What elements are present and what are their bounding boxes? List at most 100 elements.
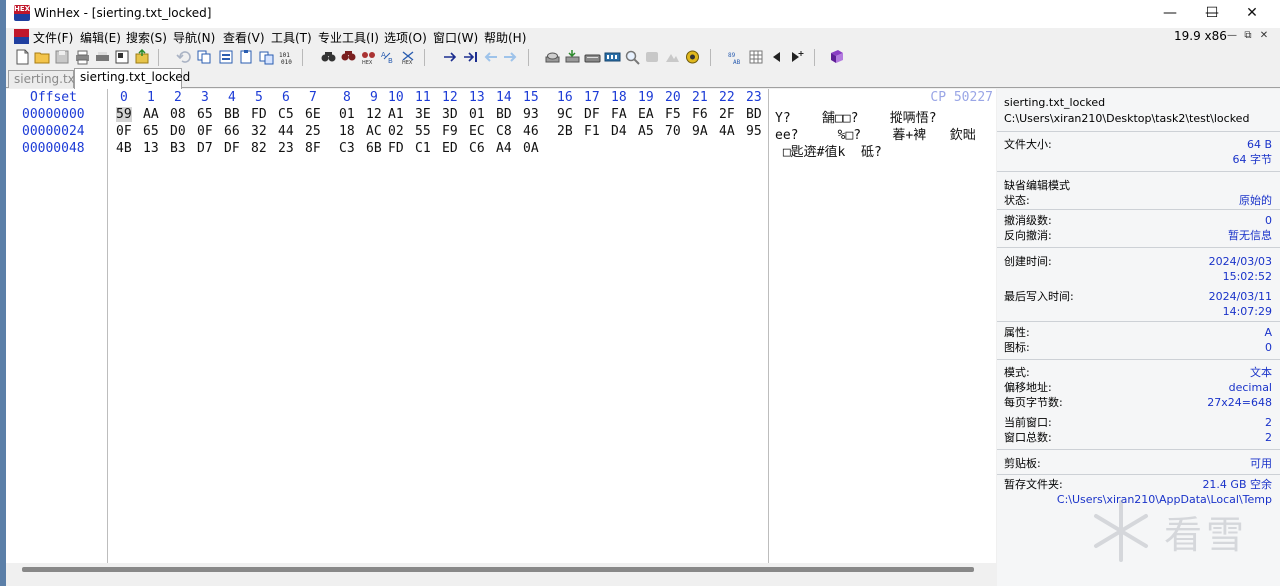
- analyze-icon[interactable]: [684, 49, 701, 65]
- menu-navigate[interactable]: 导航(N): [173, 29, 215, 46]
- hex-byte[interactable]: 66: [224, 124, 240, 139]
- hex-byte[interactable]: BB: [224, 107, 240, 122]
- grid-icon[interactable]: [748, 49, 765, 65]
- hex-byte[interactable]: DF: [224, 141, 240, 156]
- hex-byte[interactable]: 01: [339, 107, 355, 122]
- find-again-icon[interactable]: HEX: [400, 49, 417, 65]
- hex-byte[interactable]: 0A: [523, 141, 539, 156]
- hex-byte[interactable]: A4: [496, 141, 512, 156]
- hex-byte[interactable]: 32: [251, 124, 267, 139]
- print-preview-icon[interactable]: [94, 49, 111, 65]
- save-icon[interactable]: [54, 49, 71, 65]
- close-button[interactable]: ✕: [1232, 0, 1272, 28]
- hex-byte[interactable]: FA: [611, 107, 627, 122]
- hex-byte[interactable]: 6B: [366, 141, 382, 156]
- disk-green-icon[interactable]: [564, 49, 581, 65]
- hex-byte[interactable]: BD: [496, 107, 512, 122]
- hex-byte[interactable]: F1: [584, 124, 600, 139]
- go-to-end-icon[interactable]: [462, 49, 479, 65]
- hex-byte[interactable]: 2F: [719, 107, 735, 122]
- horizontal-scrollbar[interactable]: [6, 563, 996, 586]
- forward-arrow-icon[interactable]: [502, 49, 519, 65]
- tab-sierting-txt-locked[interactable]: sierting.txt_locked: [74, 68, 190, 89]
- hex-byte[interactable]: C8: [496, 124, 512, 139]
- hex-byte[interactable]: 93: [523, 107, 539, 122]
- hex-byte[interactable]: 95: [746, 124, 762, 139]
- binary-icon[interactable]: 101010: [278, 49, 295, 65]
- hex-column[interactable]: 0 1 2 3 4 5 6 7 8 9 10 11 12 13 14 15 16 17 18 19 20 21 22 23 5…: [108, 89, 769, 563]
- hash-icon[interactable]: [644, 49, 661, 65]
- print-icon[interactable]: [74, 49, 91, 65]
- copy-icon[interactable]: [196, 49, 213, 65]
- hex-byte[interactable]: 44: [278, 124, 294, 139]
- hex-byte[interactable]: AA: [143, 107, 159, 122]
- hex-byte[interactable]: A1: [388, 107, 404, 122]
- hex-byte[interactable]: 4A: [719, 124, 735, 139]
- hex-byte[interactable]: F5: [665, 107, 681, 122]
- hex-byte[interactable]: 23: [278, 141, 294, 156]
- text-column[interactable]: CP 50227 Y? 舗□□? 摐唡悟? ee? %□? 萶+裨 欽昢 □匙逩…: [769, 89, 996, 563]
- menu-options[interactable]: 选项(O): [384, 29, 427, 46]
- hex-byte[interactable]: F6: [692, 107, 708, 122]
- hex-editor[interactable]: Offset 00000000 00000024 00000048 012345…: [6, 89, 996, 563]
- document-window-icon[interactable]: [14, 29, 29, 44]
- hex-byte[interactable]: A5: [638, 124, 654, 139]
- hex-byte[interactable]: 12: [366, 107, 382, 122]
- menu-search[interactable]: 搜索(S): [126, 29, 167, 46]
- open-folder-icon[interactable]: [34, 49, 51, 65]
- ram-editor-icon[interactable]: [604, 49, 621, 65]
- mdi-restore-button[interactable]: ⧉: [1240, 28, 1256, 44]
- copy-block-icon[interactable]: [218, 49, 235, 65]
- hex-byte[interactable]: D4: [611, 124, 627, 139]
- hex-byte[interactable]: 02: [388, 124, 404, 139]
- text-row-2[interactable]: □匙逩#徝k 砥?: [775, 141, 882, 160]
- menu-window[interactable]: 窗口(W): [433, 29, 478, 46]
- clone-disk-icon[interactable]: [584, 49, 601, 65]
- tab-sierting-txt[interactable]: sierting.txt: [8, 70, 80, 88]
- help-book-icon[interactable]: [828, 49, 845, 65]
- hex-byte[interactable]: 18: [339, 124, 355, 139]
- hex-byte[interactable]: 65: [143, 124, 159, 139]
- compare-icon[interactable]: 89AB: [728, 49, 745, 65]
- hex-byte[interactable]: 25: [305, 124, 321, 139]
- hex-byte[interactable]: C5: [278, 107, 294, 122]
- properties-icon[interactable]: [114, 49, 131, 65]
- hex-byte[interactable]: F9: [442, 124, 458, 139]
- prev-window-icon[interactable]: [768, 49, 785, 65]
- hex-byte[interactable]: 65: [197, 107, 213, 122]
- hex-byte[interactable]: 9A: [692, 124, 708, 139]
- menu-file[interactable]: 文件(F): [33, 29, 73, 46]
- hex-byte[interactable]: 13: [143, 141, 159, 156]
- hex-byte[interactable]: B3: [170, 141, 186, 156]
- menu-view[interactable]: 查看(V): [223, 29, 265, 46]
- find-text-icon[interactable]: [320, 49, 337, 65]
- hex-byte[interactable]: D7: [197, 141, 213, 156]
- hex-byte[interactable]: 4B: [116, 141, 132, 156]
- magnifier-icon[interactable]: [624, 49, 641, 65]
- hex-byte[interactable]: AC: [366, 124, 382, 139]
- paste-special-icon[interactable]: [258, 49, 275, 65]
- hex-byte[interactable]: 3D: [442, 107, 458, 122]
- hex-byte[interactable]: 8F: [305, 141, 321, 156]
- hex-byte[interactable]: D0: [170, 124, 186, 139]
- new-file-icon[interactable]: [14, 49, 31, 65]
- hex-byte[interactable]: ED: [442, 141, 458, 156]
- mdi-minimize-button[interactable]: —: [1224, 28, 1240, 44]
- next-window-icon[interactable]: [788, 49, 805, 65]
- hex-byte[interactable]: 70: [665, 124, 681, 139]
- cursor-byte[interactable]: 59: [116, 107, 132, 122]
- mdi-close-button[interactable]: ✕: [1256, 28, 1272, 44]
- hex-byte[interactable]: 08: [170, 107, 186, 122]
- hex-byte[interactable]: 2B: [557, 124, 573, 139]
- hex-byte[interactable]: DF: [584, 107, 600, 122]
- title-bar[interactable]: HEX WinHex - [sierting.txt_locked] —: [6, 0, 1280, 28]
- open-disk-icon[interactable]: [544, 49, 561, 65]
- hex-byte[interactable]: EA: [638, 107, 654, 122]
- find-hex-icon[interactable]: [340, 49, 357, 65]
- replace-text-icon[interactable]: HEX: [360, 49, 377, 65]
- hex-byte[interactable]: 46: [523, 124, 539, 139]
- menu-tools[interactable]: 工具(T): [271, 29, 312, 46]
- hex-byte[interactable]: C6: [469, 141, 485, 156]
- hex-byte[interactable]: 0F: [116, 124, 132, 139]
- hex-byte[interactable]: 9C: [557, 107, 573, 122]
